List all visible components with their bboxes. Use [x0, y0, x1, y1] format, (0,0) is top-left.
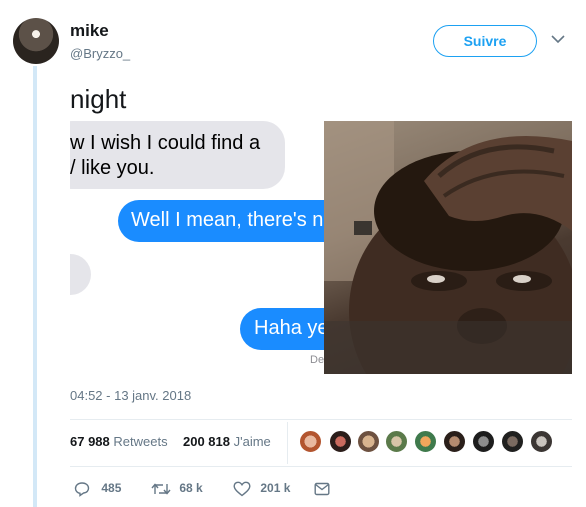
tweet-text: night: [70, 84, 127, 114]
liker-avatar[interactable]: [299, 430, 322, 453]
likes-label: J'aime: [233, 434, 271, 449]
reply-icon: [74, 482, 90, 497]
retweet-icon: [151, 483, 171, 495]
follow-button[interactable]: Suivre: [433, 25, 537, 57]
divider: [70, 419, 572, 420]
crying-man-photo[interactable]: [324, 121, 572, 374]
message-icon: [314, 482, 330, 496]
sent-bubble: Well I mean, there's n: [118, 200, 328, 242]
liker-avatar[interactable]: [357, 430, 380, 453]
likes-stat[interactable]: 200 818 J'aime: [183, 434, 271, 449]
liker-avatar[interactable]: [414, 430, 437, 453]
liker-avatar[interactable]: [530, 430, 553, 453]
liker-avatar[interactable]: [443, 430, 466, 453]
message-line: / like you.: [70, 157, 155, 179]
reply-count: 485: [101, 481, 122, 496]
received-bubble: w I wish I could find a / like you.: [70, 121, 285, 189]
reply-button[interactable]: 485: [74, 481, 121, 497]
liker-avatar[interactable]: [501, 430, 524, 453]
divider: [287, 422, 288, 464]
heart-icon: [233, 481, 251, 497]
avatar[interactable]: [13, 18, 59, 64]
retweet-button[interactable]: 68 k: [151, 481, 203, 497]
likes-count: 200 818: [183, 434, 230, 449]
thread-line: [33, 66, 37, 507]
liker-avatar[interactable]: [472, 430, 495, 453]
tweet-timestamp[interactable]: 04:52 - 13 janv. 2018: [70, 388, 191, 403]
user-name[interactable]: mike: [70, 21, 109, 41]
message-screenshot[interactable]: w I wish I could find a / like you. Well…: [70, 119, 328, 374]
user-handle[interactable]: @Bryzzo_: [70, 46, 130, 61]
retweets-stat[interactable]: 67 988 Retweets: [70, 434, 168, 449]
direct-message-button[interactable]: [314, 481, 330, 496]
retweets-label: Retweets: [113, 434, 168, 449]
message-line: w I wish I could find a: [70, 132, 261, 154]
liker-avatar[interactable]: [329, 430, 352, 453]
liker-avatar[interactable]: [385, 430, 408, 453]
divider: [70, 466, 572, 467]
chevron-down-icon[interactable]: [551, 34, 565, 44]
liker-avatars[interactable]: [299, 430, 559, 454]
like-button[interactable]: 201 k: [233, 481, 290, 497]
like-count: 201 k: [260, 481, 291, 496]
retweet-count: 68 k: [179, 481, 203, 496]
received-bubble: [70, 254, 91, 295]
retweets-count: 67 988: [70, 434, 110, 449]
photo-illustration: [324, 121, 572, 374]
delivered-label: De: [310, 354, 325, 366]
sent-bubble: Haha ye: [240, 308, 328, 350]
